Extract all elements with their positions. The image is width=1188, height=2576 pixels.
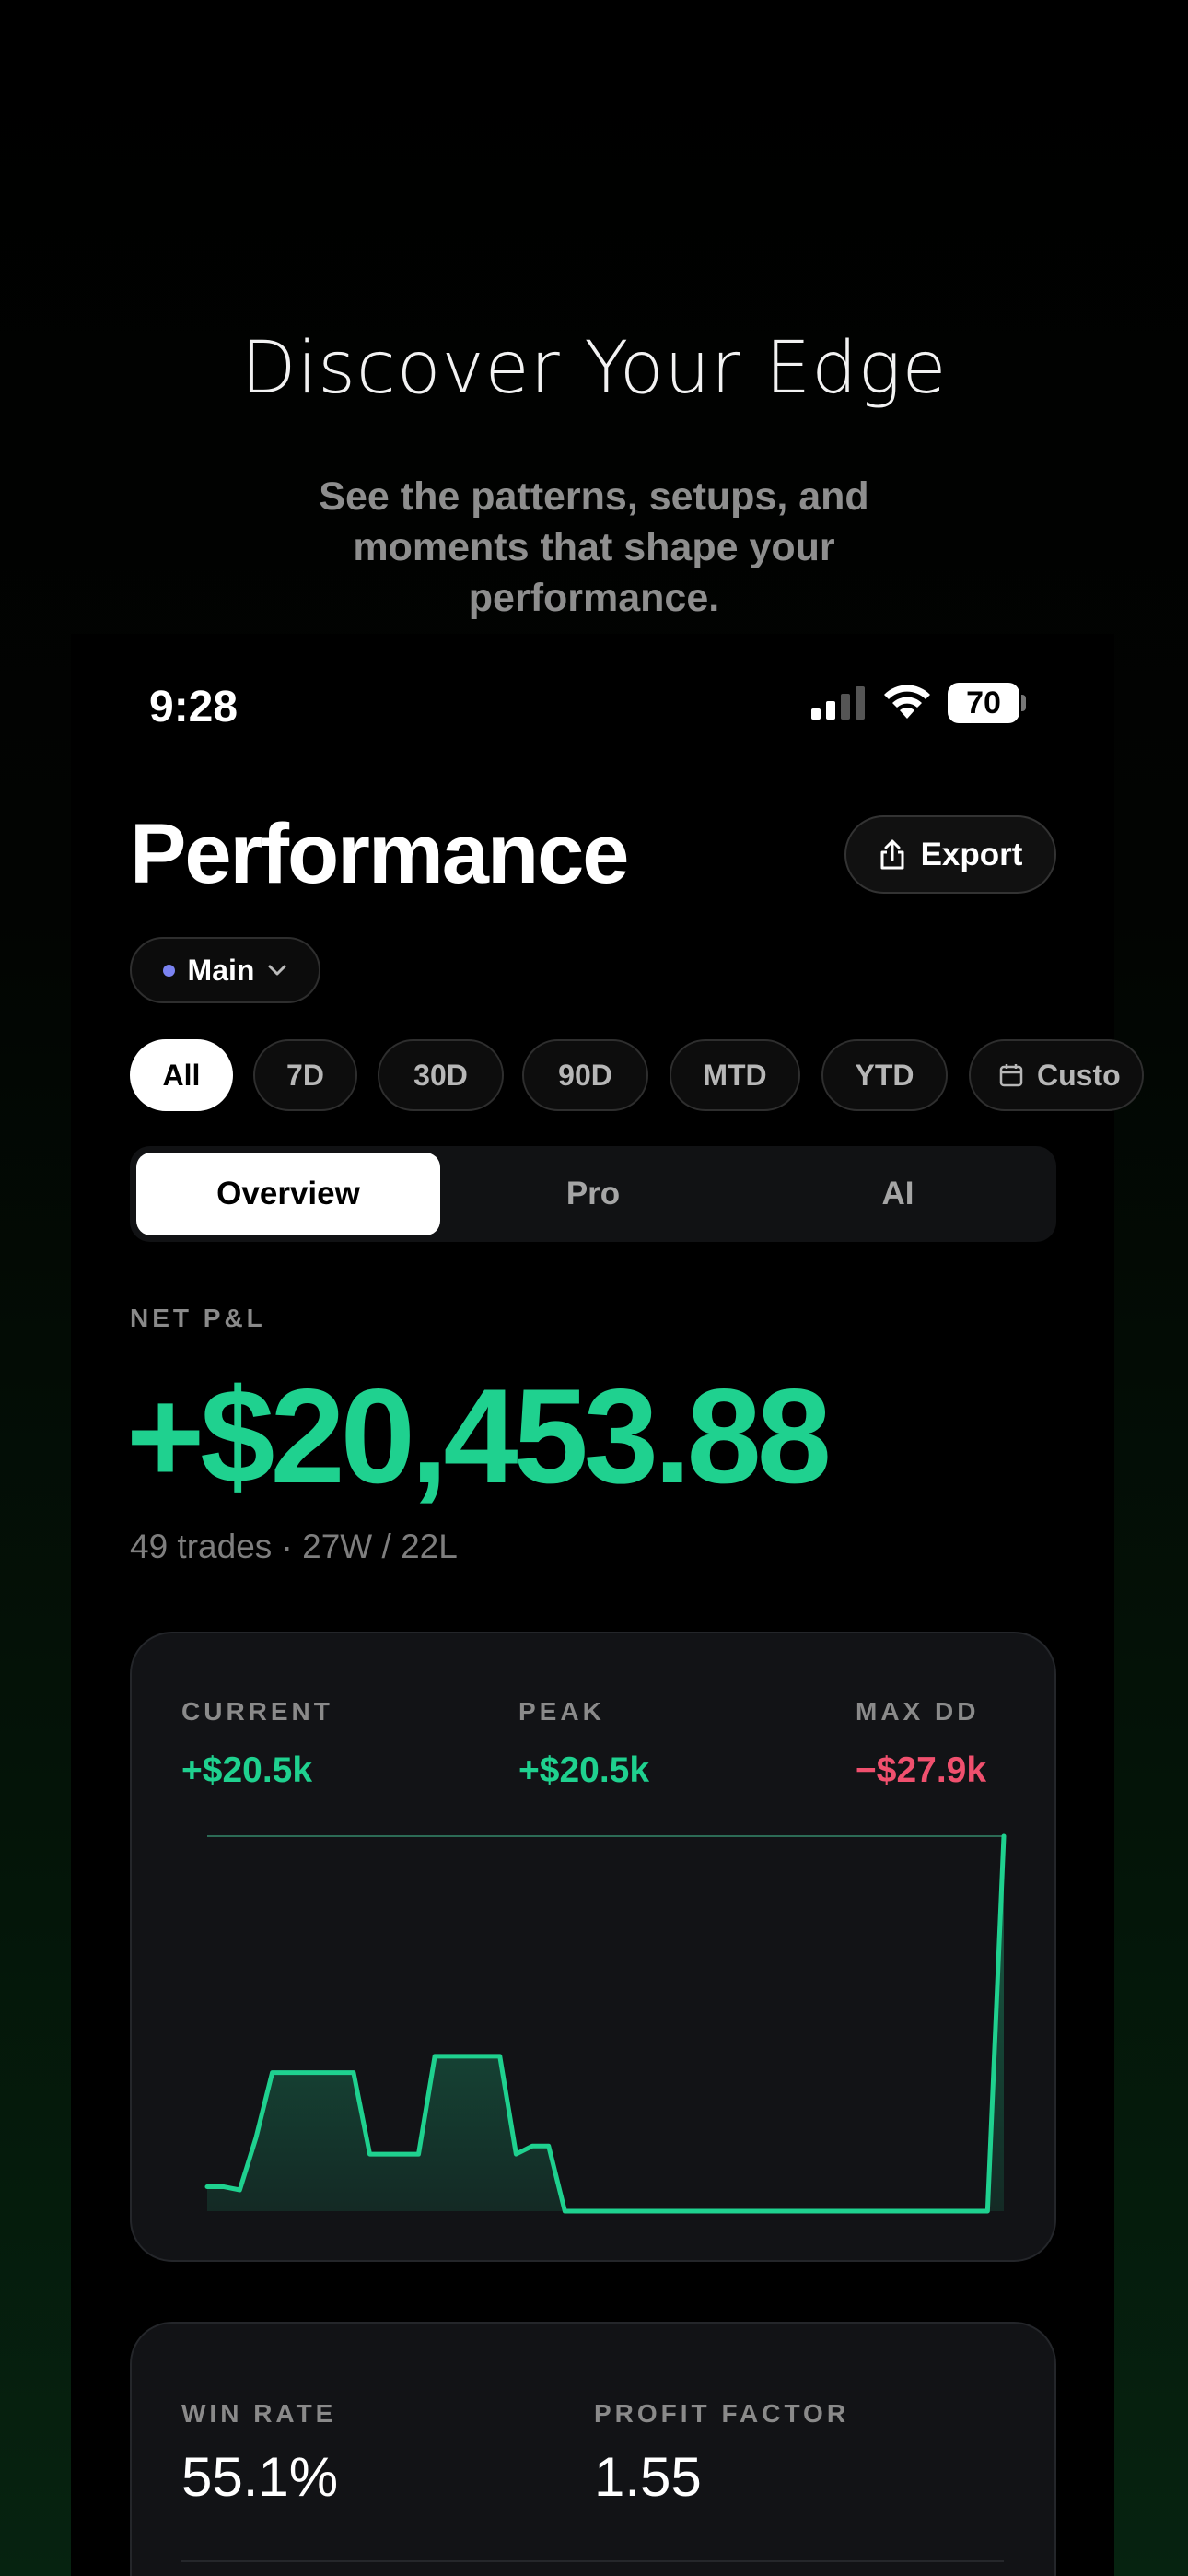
- equity-point: [727, 2210, 728, 2212]
- equity-point: [336, 2071, 339, 2074]
- equity-point: [921, 2210, 924, 2212]
- equity-point: [872, 2210, 875, 2212]
- equity-point: [498, 2055, 501, 2057]
- equity-point: [938, 2210, 940, 2212]
- equity-point: [791, 2210, 794, 2212]
- equity-point: [612, 2210, 615, 2212]
- equity-point: [596, 2210, 599, 2212]
- equity-point: [222, 2185, 225, 2188]
- equity-point: [759, 2210, 762, 2212]
- equity-point: [645, 2210, 647, 2212]
- equity-point: [564, 2210, 566, 2212]
- equity-point: [547, 2145, 550, 2148]
- equity-point: [905, 2210, 907, 2212]
- profit-factor-label: PROFIT FACTOR: [594, 2399, 850, 2428]
- equity-chart: [204, 1833, 1007, 2214]
- equity-point: [417, 2153, 420, 2155]
- win-rate-label: WIN RATE: [181, 2399, 337, 2428]
- equity-point: [434, 2055, 436, 2057]
- equity-area: [207, 1836, 1004, 2211]
- equity-point: [889, 2210, 891, 2212]
- equity-point: [824, 2210, 826, 2212]
- equity-point: [353, 2071, 355, 2074]
- equity-point: [580, 2210, 582, 2212]
- win-rate-value: 55.1%: [181, 2446, 339, 2508]
- equity-point: [402, 2153, 403, 2155]
- equity-point: [742, 2210, 745, 2212]
- equity-point: [287, 2071, 290, 2074]
- equity-point: [239, 2189, 241, 2191]
- equity-point: [449, 2055, 452, 2057]
- equity-point: [320, 2071, 322, 2074]
- equity-point: [986, 2210, 989, 2212]
- onboarding-screen: Discover Your Edge See the patterns, set…: [0, 0, 1188, 2576]
- equity-point: [206, 2185, 208, 2188]
- equity-point: [1003, 1835, 1005, 1837]
- equity-point: [255, 2137, 257, 2139]
- equity-point: [678, 2210, 680, 2212]
- equity-point: [808, 2210, 809, 2212]
- equity-point: [271, 2071, 274, 2074]
- equity-point: [515, 2153, 518, 2155]
- profit-factor-value: 1.55: [594, 2446, 702, 2508]
- equity-point: [775, 2210, 777, 2212]
- equity-point: [970, 2210, 973, 2212]
- equity-point: [710, 2210, 713, 2212]
- equity-point: [531, 2145, 533, 2148]
- equity-point: [304, 2071, 306, 2074]
- stats-divider: [181, 2560, 1004, 2562]
- equity-point: [661, 2210, 664, 2212]
- equity-point: [840, 2210, 843, 2212]
- equity-point: [693, 2210, 696, 2212]
- equity-point: [466, 2055, 469, 2057]
- equity-point: [954, 2210, 956, 2212]
- equity-point: [629, 2210, 631, 2212]
- equity-point: [368, 2153, 371, 2155]
- equity-point: [385, 2153, 387, 2155]
- equity-point: [483, 2055, 484, 2057]
- equity-point: [856, 2210, 858, 2212]
